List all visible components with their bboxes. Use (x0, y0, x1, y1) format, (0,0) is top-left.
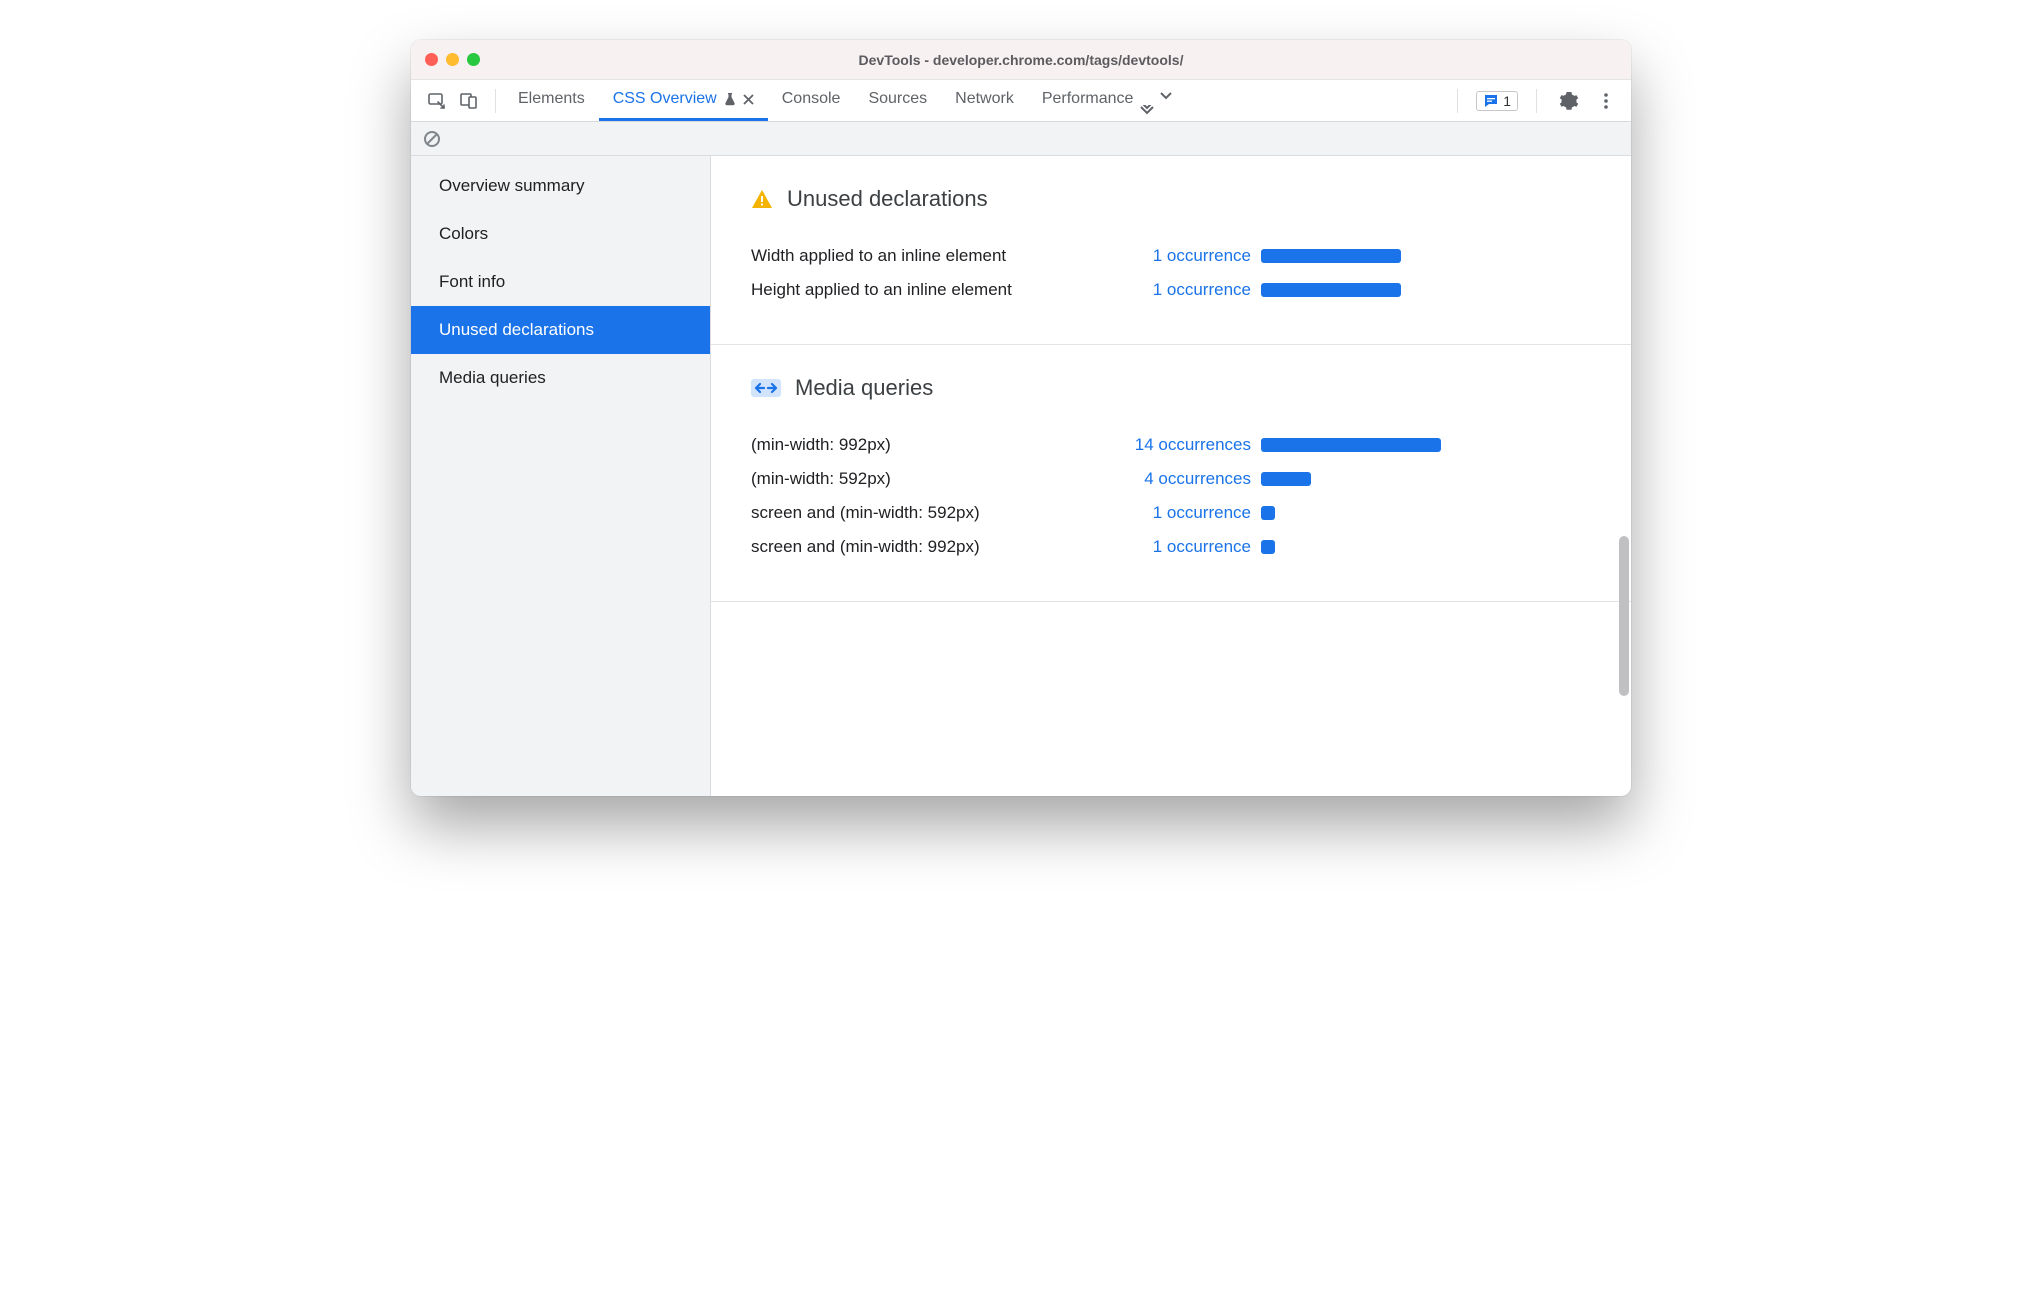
row-label: (min-width: 992px) (751, 435, 1111, 455)
occurrence-link[interactable]: 1 occurrence (1111, 246, 1261, 266)
main-tabbar: Elements CSS Overview Console Sources Ne… (411, 80, 1631, 122)
section-media-queries: Media queries (min-width: 992px) 14 occu… (711, 345, 1631, 602)
scrollbar-thumb[interactable] (1619, 536, 1629, 696)
occurrence-link[interactable]: 1 occurrence (1111, 503, 1261, 523)
titlebar: DevTools - developer.chrome.com/tags/dev… (411, 40, 1631, 80)
warning-triangle-icon (751, 188, 773, 210)
occurrence-bar[interactable] (1261, 506, 1275, 520)
occurrence-link[interactable]: 1 occurrence (1111, 537, 1261, 557)
tab-label: Network (955, 90, 1014, 108)
tab-label: CSS Overview (613, 90, 717, 108)
divider (1457, 89, 1458, 113)
issues-badge[interactable]: 1 (1476, 91, 1518, 111)
main-panel[interactable]: Unused declarations Width applied to an … (711, 156, 1631, 796)
occurrence-bar[interactable] (1261, 249, 1401, 263)
divider (1536, 89, 1537, 113)
experiment-flask-icon (723, 92, 737, 106)
settings-gear-icon[interactable] (1555, 87, 1583, 115)
occurrence-bar[interactable] (1261, 283, 1401, 297)
bar-wrap (1261, 249, 1441, 263)
tab-label: Sources (868, 90, 927, 108)
occurrence-link[interactable]: 1 occurrence (1111, 280, 1261, 300)
occurrence-link[interactable]: 14 occurrences (1111, 435, 1261, 455)
more-tabs-icon[interactable] (1147, 87, 1185, 115)
bar-wrap (1261, 472, 1441, 486)
media-row: screen and (min-width: 992px) 1 occurren… (751, 537, 1591, 557)
row-label: screen and (min-width: 992px) (751, 537, 1111, 557)
bar-wrap (1261, 283, 1441, 297)
sidebar-item-label: Colors (439, 224, 488, 243)
window-title: DevTools - developer.chrome.com/tags/dev… (411, 52, 1631, 68)
sidebar-item-label: Media queries (439, 368, 546, 387)
bar-wrap (1261, 540, 1441, 554)
divider (495, 89, 496, 113)
tab-sources[interactable]: Sources (854, 80, 941, 121)
row-label: (min-width: 592px) (751, 469, 1111, 489)
sidebar-item-label: Unused declarations (439, 320, 594, 339)
media-row: screen and (min-width: 592px) 1 occurren… (751, 503, 1591, 523)
occurrence-bar[interactable] (1261, 472, 1311, 486)
occurrence-bar[interactable] (1261, 540, 1275, 554)
section-unused-declarations: Unused declarations Width applied to an … (711, 156, 1631, 345)
sidebar-item-colors[interactable]: Colors (411, 210, 710, 258)
tab-performance[interactable]: Performance (1028, 80, 1148, 121)
media-queries-arrows-icon (751, 379, 781, 397)
sub-toolbar (411, 122, 1631, 156)
content-area: Overview summary Colors Font info Unused… (411, 156, 1631, 796)
bar-wrap (1261, 438, 1441, 452)
close-tab-icon[interactable] (743, 94, 754, 105)
sidebar-item-label: Overview summary (439, 176, 584, 195)
occurrence-bar[interactable] (1261, 438, 1441, 452)
sidebar-item-media-queries[interactable]: Media queries (411, 354, 710, 402)
tab-label: Console (782, 90, 841, 108)
inspect-element-icon[interactable] (427, 91, 447, 111)
bar-wrap (1261, 506, 1441, 520)
chat-icon (1483, 93, 1499, 109)
sidebar-item-font-info[interactable]: Font info (411, 258, 710, 306)
tab-network[interactable]: Network (941, 80, 1028, 121)
unused-row: Width applied to an inline element 1 occ… (751, 246, 1591, 266)
row-label: Width applied to an inline element (751, 246, 1111, 266)
devtools-window: DevTools - developer.chrome.com/tags/dev… (411, 40, 1631, 796)
clear-icon[interactable] (423, 130, 441, 148)
sidebar-item-overview-summary[interactable]: Overview summary (411, 162, 710, 210)
sidebar-item-unused-declarations[interactable]: Unused declarations (411, 306, 710, 354)
tab-elements[interactable]: Elements (504, 80, 599, 121)
section-title: Media queries (795, 375, 933, 401)
tab-console[interactable]: Console (768, 80, 855, 121)
sidebar-item-label: Font info (439, 272, 505, 291)
issues-count: 1 (1503, 93, 1511, 109)
section-title: Unused declarations (787, 186, 988, 212)
sidebar: Overview summary Colors Font info Unused… (411, 156, 711, 796)
occurrence-link[interactable]: 4 occurrences (1111, 469, 1261, 489)
tab-css-overview[interactable]: CSS Overview (599, 80, 768, 121)
media-row: (min-width: 592px) 4 occurrences (751, 469, 1591, 489)
media-row: (min-width: 992px) 14 occurrences (751, 435, 1591, 455)
device-toolbar-icon[interactable] (459, 91, 479, 111)
row-label: Height applied to an inline element (751, 280, 1111, 300)
more-options-icon[interactable] (1593, 88, 1619, 114)
tab-label: Elements (518, 90, 585, 108)
unused-row: Height applied to an inline element 1 oc… (751, 280, 1591, 300)
row-label: screen and (min-width: 592px) (751, 503, 1111, 523)
tab-label: Performance (1042, 90, 1134, 108)
